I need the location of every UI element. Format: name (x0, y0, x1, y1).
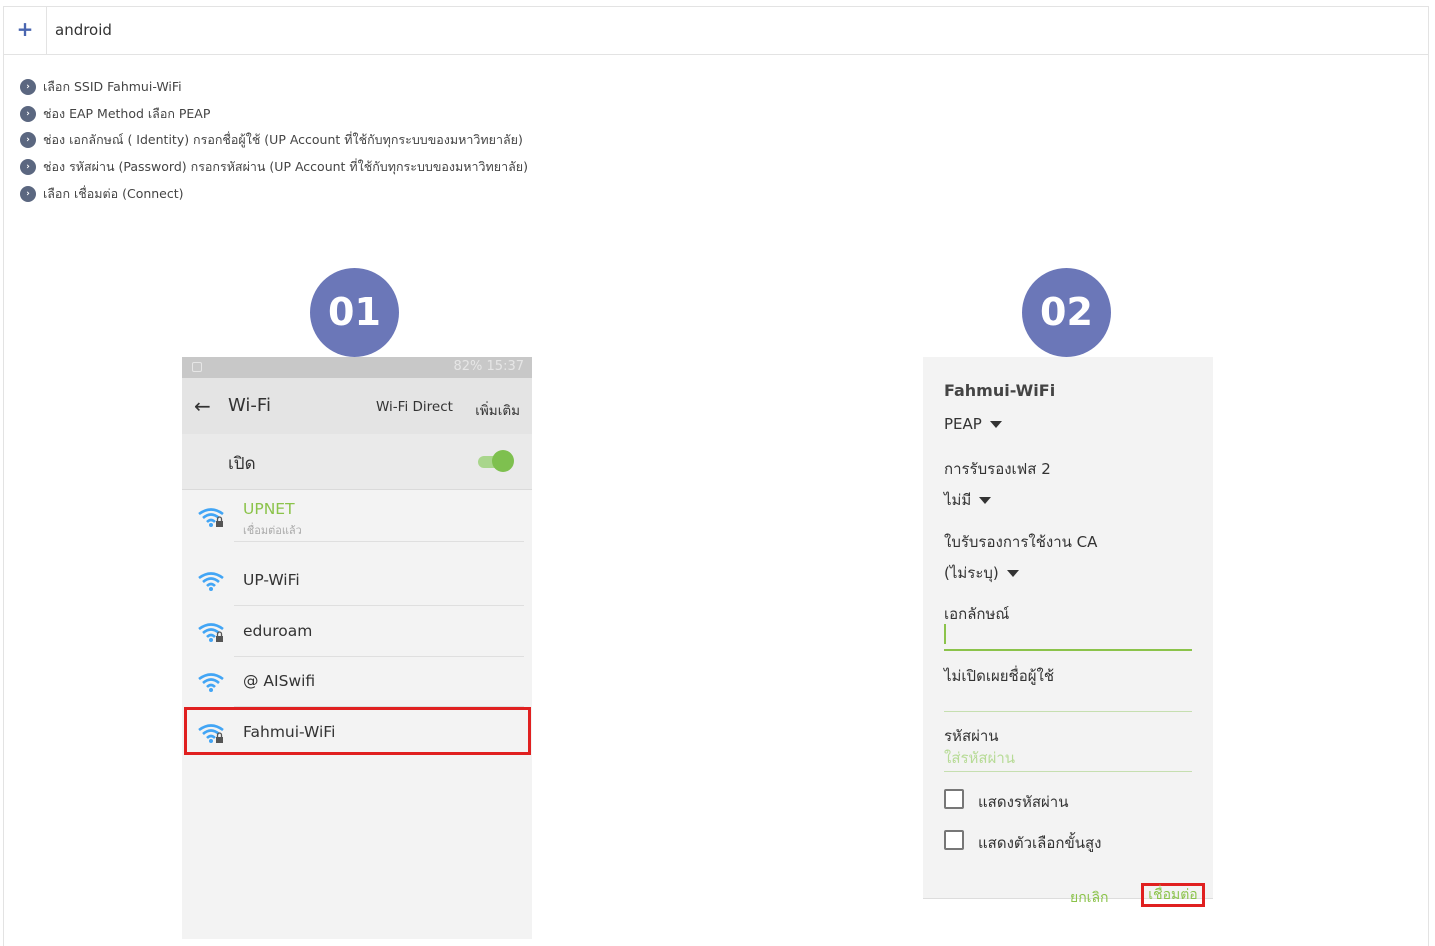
phase2-dropdown[interactable]: ไม่มี (944, 488, 992, 512)
more-button[interactable]: เพิ่มเติม (475, 399, 520, 421)
network-name: @ AISwifi (243, 672, 316, 690)
show-advanced-checkbox[interactable] (944, 830, 964, 850)
wifi-lock-icon (198, 508, 224, 527)
show-advanced-label[interactable]: แสดงตัวเลือกขั้นสูง (978, 831, 1101, 855)
wifi-icon (198, 572, 224, 591)
expand-plus-icon[interactable]: + (4, 7, 47, 54)
dialog-ssid-title: Fahmui-WiFi (944, 381, 1056, 400)
wifi-lock-icon (198, 623, 224, 642)
dropdown-arrow-icon (989, 421, 1002, 428)
dropdown-arrow-icon (979, 497, 992, 504)
identity-input[interactable] (944, 649, 1192, 651)
network-item-aiswifi[interactable]: @ AISwifi (182, 657, 532, 707)
eap-method-dropdown[interactable]: PEAP (944, 415, 1002, 433)
phase2-value: ไม่มี (944, 491, 972, 509)
eap-method-value: PEAP (944, 415, 982, 433)
wifi-direct-button[interactable]: Wi-Fi Direct (376, 399, 453, 415)
instruction-text: เลือก SSID Fahmui-WiFi (43, 79, 182, 95)
wifi-icon (198, 673, 224, 692)
chevron-right-icon: › (20, 159, 36, 176)
network-item-eduroam[interactable]: eduroam (182, 607, 532, 657)
network-name: eduroam (243, 622, 313, 640)
show-password-checkbox[interactable] (944, 789, 964, 809)
accordion-title[interactable]: android (55, 21, 112, 39)
network-item-upnet[interactable]: UPNET เชื่อมต่อแล้ว (182, 492, 532, 542)
password-label: รหัสผ่าน (944, 727, 999, 745)
ca-cert-value: (ไม่ระบุ) (944, 564, 999, 582)
wifi-toggle-row[interactable]: เปิด (182, 434, 532, 490)
instruction-item: › ช่อง รหัสผ่าน (Password) กรอกรหัสผ่าน (… (20, 154, 528, 181)
dropdown-arrow-icon (1006, 570, 1019, 577)
app-bar: ← Wi-Fi Wi-Fi Direct เพิ่มเติม (182, 378, 532, 434)
instruction-list: › เลือก SSID Fahmui-WiFi › ช่อง EAP Method… (20, 74, 528, 207)
show-password-label[interactable]: แสดงรหัสผ่าน (978, 790, 1068, 814)
instruction-item: › ช่อง เอกลักษณ์ ( Identity) กรอกชื่อผู้ใ… (20, 127, 528, 154)
ca-cert-label: ใบรับรองการใช้งาน CA (944, 533, 1098, 551)
network-status: เชื่อมต่อแล้ว (243, 524, 302, 537)
password-underline (944, 771, 1192, 772)
notification-icon (192, 362, 202, 372)
chevron-right-icon: › (20, 185, 36, 202)
identity-label: เอกลักษณ์ (944, 605, 1010, 623)
divider (234, 605, 524, 606)
status-text: 82% 15:37 (453, 359, 525, 374)
wifi-list-screenshot: 82% 15:37 ← Wi-Fi Wi-Fi Direct เพิ่มเติม… (182, 357, 532, 939)
step-badge-02: 02 (1022, 268, 1111, 357)
instruction-text: ช่อง รหัสผ่าน (Password) กรอกรหัสผ่าน (U… (43, 159, 528, 175)
chevron-right-icon: › (20, 79, 36, 96)
toggle-label: เปิด (228, 454, 256, 474)
network-name: UPNET (243, 500, 295, 518)
step-badge-01: 01 (310, 268, 399, 357)
instruction-text: ช่อง EAP Method เลือก PEAP (43, 105, 211, 121)
network-name: UP-WiFi (243, 571, 300, 589)
screen-title: Wi-Fi (228, 395, 271, 416)
identity-input-cursor[interactable] (944, 624, 946, 644)
password-input[interactable]: ใส่รหัสผ่าน (944, 746, 1015, 770)
anonymous-identity-input[interactable] (944, 711, 1192, 712)
instruction-item: › เลือก SSID Fahmui-WiFi (20, 74, 528, 101)
anonymous-identity-label: ไม่เปิดเผยชื่อผู้ใช้ (944, 667, 1055, 685)
instruction-text: ช่อง เอกลักษณ์ ( Identity) กรอกชื่อผู้ใช… (43, 132, 523, 148)
instruction-item: › ช่อง EAP Method เลือก PEAP (20, 101, 528, 128)
chevron-right-icon: › (20, 105, 36, 122)
highlight-box (184, 707, 531, 755)
wifi-switch-knob[interactable] (492, 450, 514, 472)
cancel-button[interactable]: ยกเลิก (1070, 887, 1109, 909)
ca-cert-dropdown[interactable]: (ไม่ระบุ) (944, 561, 1019, 585)
instruction-text: เลือก เชื่อมต่อ (Connect) (43, 185, 184, 201)
phase2-label: การรับรองเฟส 2 (944, 460, 1051, 478)
divider (234, 541, 524, 542)
accordion-header[interactable]: + android (4, 7, 1428, 55)
status-bar: 82% 15:37 (182, 357, 532, 378)
wifi-connect-dialog: Fahmui-WiFi PEAP การรับรองเฟส 2 ไม่มี ใบ… (923, 357, 1213, 907)
instruction-item: › เลือก เชื่อมต่อ (Connect) (20, 180, 528, 207)
connect-button[interactable]: เชื่อมต่อ (1141, 883, 1205, 907)
chevron-right-icon: › (20, 132, 36, 149)
network-item-up-wifi[interactable]: UP-WiFi (182, 556, 532, 606)
back-arrow-icon[interactable]: ← (194, 394, 211, 418)
